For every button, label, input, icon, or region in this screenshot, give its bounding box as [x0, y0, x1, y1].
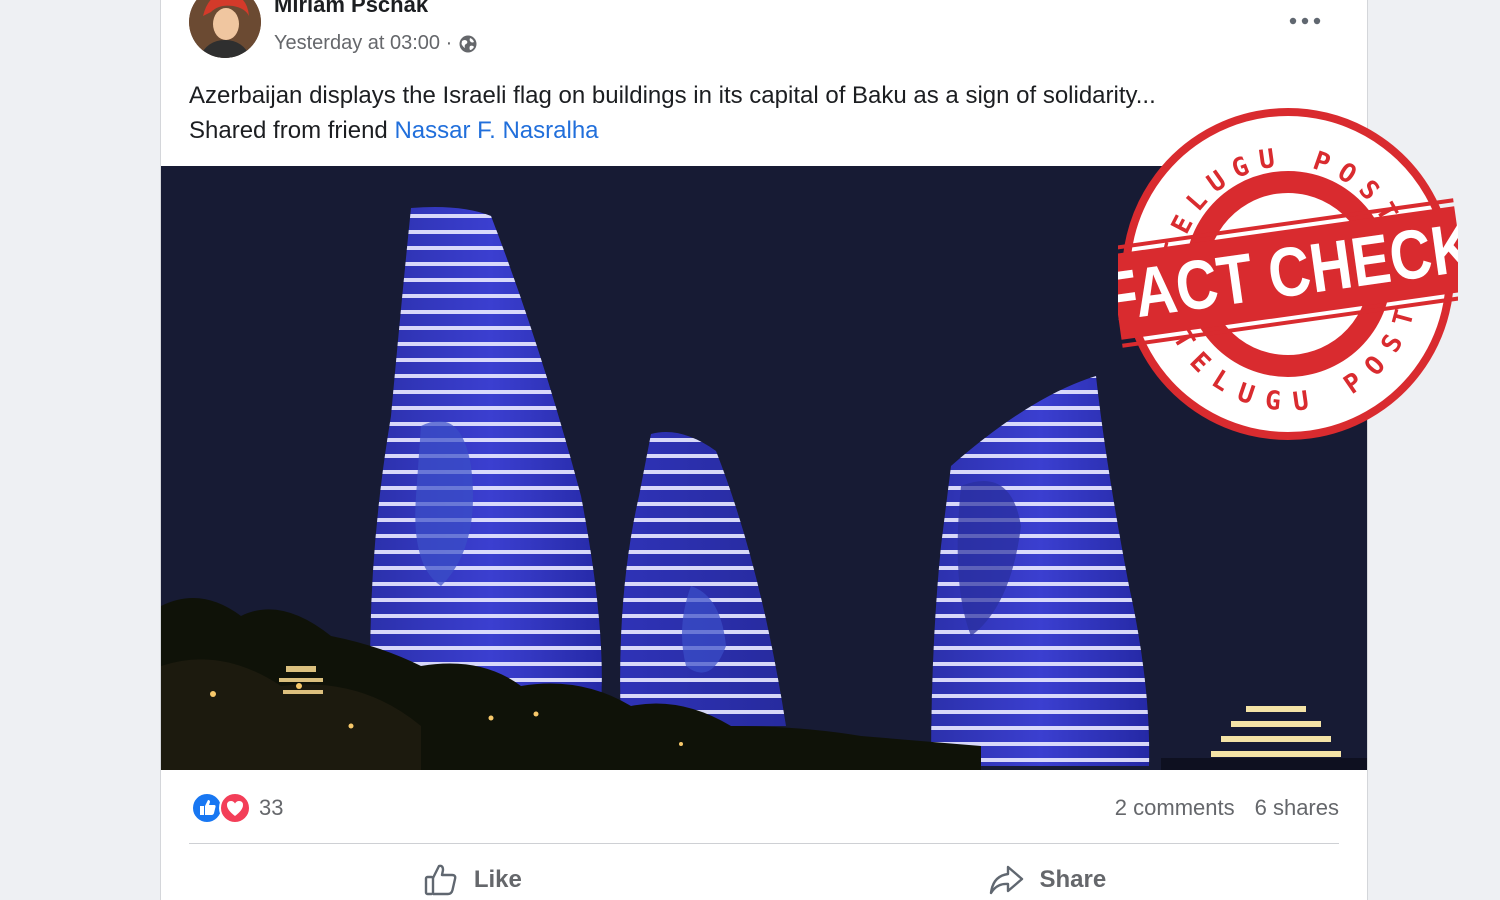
globe-icon: [459, 35, 477, 52]
like-button[interactable]: Like: [406, 855, 538, 900]
post-actions: Like Share: [189, 855, 1339, 900]
thumbs-up-icon: [424, 864, 457, 896]
post-meta: Yesterday at 03:00 ·: [274, 32, 478, 55]
reactions-summary[interactable]: 33: [191, 792, 283, 824]
comments-count[interactable]: 2 comments: [1115, 795, 1235, 821]
engagement-counts: 2 comments 6 shares: [1115, 795, 1339, 821]
reaction-icons: [191, 792, 251, 824]
action-divider: [189, 843, 1339, 844]
telugu-post-stamp-logo: TELUGU POST TELUGU POST FACT CHECK: [1097, 108, 1478, 440]
post-stats: 33 2 comments 6 shares: [191, 790, 1339, 826]
share-label: Share: [1039, 866, 1107, 893]
love-reaction-icon: [219, 792, 251, 824]
more-options-button[interactable]: [1287, 6, 1323, 36]
share-button[interactable]: Share: [971, 855, 1122, 900]
shared-friend-link[interactable]: Nassar F. Nasralha: [394, 117, 598, 144]
shares-count[interactable]: 6 shares: [1255, 795, 1339, 821]
author-avatar[interactable]: [189, 0, 261, 58]
fact-check-stamp: TELUGU POST TELUGU POST FACT CHECK: [1097, 104, 1478, 444]
reaction-count: 33: [259, 795, 284, 820]
author-name[interactable]: Miriam Pschak: [274, 0, 428, 18]
shared-prefix: Shared from friend: [189, 117, 388, 144]
share-arrow-icon: [990, 865, 1024, 895]
post-timestamp[interactable]: Yesterday at 03:00 ·: [274, 32, 452, 55]
like-label: Like: [473, 866, 522, 893]
more-dots-icon: [1289, 17, 1321, 25]
